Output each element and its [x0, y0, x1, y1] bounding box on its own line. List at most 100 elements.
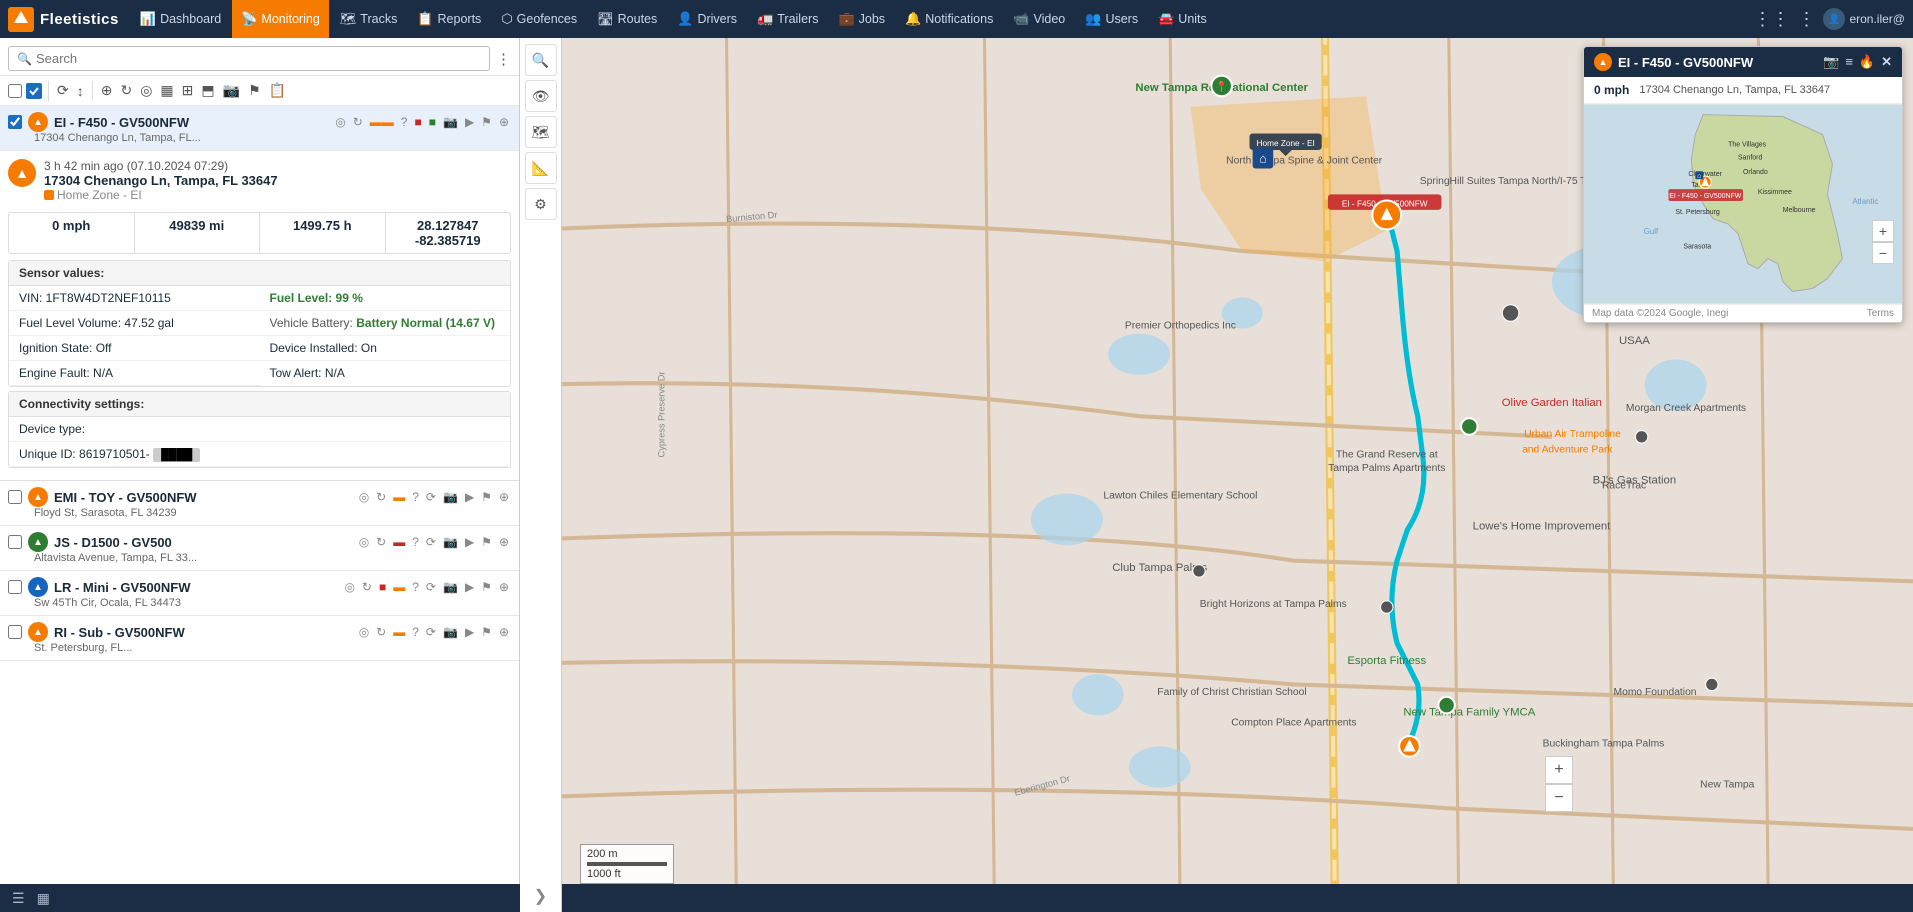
- action-camera[interactable]: 📷: [441, 114, 460, 130]
- panel-toggle-icon[interactable]: ☰: [12, 890, 25, 907]
- ai-flag[interactable]: ⚑: [479, 489, 494, 505]
- select-all-checkbox[interactable]: [8, 84, 22, 98]
- action-flag[interactable]: ⚑: [479, 114, 494, 130]
- popup-list-btn[interactable]: ≡: [1845, 54, 1853, 70]
- action-green[interactable]: ■: [427, 114, 438, 130]
- map-search-btn[interactable]: 🔍: [525, 44, 557, 76]
- logo[interactable]: Fleetistics: [8, 7, 119, 32]
- ai-stop-bar[interactable]: ■: [377, 579, 388, 595]
- ai-target[interactable]: ◎: [342, 579, 356, 595]
- ai-query[interactable]: ?: [410, 534, 421, 550]
- layers-icon[interactable]: ⊞: [180, 80, 196, 101]
- search-input[interactable]: [36, 51, 481, 66]
- action-query[interactable]: ?: [399, 114, 410, 130]
- ai-flag[interactable]: ⚑: [479, 579, 494, 595]
- sort-icon[interactable]: ↕: [75, 81, 86, 101]
- ai-reload[interactable]: ⟳: [424, 534, 438, 550]
- ai-play[interactable]: ▶: [463, 489, 476, 505]
- ai-more[interactable]: ⊕: [497, 534, 511, 550]
- map-dots-btn[interactable]: ⚙: [525, 188, 557, 220]
- flag-icon[interactable]: ⚑: [246, 80, 263, 101]
- ai-query[interactable]: ?: [410, 624, 421, 640]
- ai-play[interactable]: ▶: [463, 624, 476, 640]
- ai-bars[interactable]: ▬: [391, 624, 407, 640]
- grid-icon[interactable]: ▦: [158, 80, 175, 101]
- refresh-icon[interactable]: ⟳: [55, 80, 71, 101]
- nav-video[interactable]: 📹 Video: [1004, 0, 1074, 38]
- ai-play[interactable]: ▶: [463, 534, 476, 550]
- camera-icon[interactable]: 📷: [221, 80, 242, 101]
- cluster-icon[interactable]: ◎: [138, 80, 154, 101]
- vehicle-item-selected[interactable]: ▲ EI - F450 - GV500NFW ◎ ↻ ▬▬ ? ■ ■ 📷 ▶ …: [0, 106, 519, 151]
- nav-jobs[interactable]: 💼 Jobs: [829, 0, 894, 38]
- export-icon[interactable]: ⬒: [199, 80, 216, 101]
- route-icon[interactable]: ↻: [118, 80, 134, 101]
- nav-geofences[interactable]: ⬡ Geofences: [492, 0, 586, 38]
- nav-routes[interactable]: 🛣 Routes: [588, 0, 666, 38]
- vehicle-checkbox[interactable]: [8, 580, 22, 594]
- list-item[interactable]: ▲ RI - Sub - GV500NFW ◎ ↻ ▬ ? ⟳ 📷 ▶ ⚑ ⊕ …: [0, 616, 519, 661]
- ai-camera[interactable]: 📷: [441, 489, 460, 505]
- map-area[interactable]: New Tampa Recreational Center North Tamp…: [520, 38, 1913, 912]
- map-ruler-btn[interactable]: 📐: [525, 152, 557, 184]
- ai-query[interactable]: ?: [410, 489, 421, 505]
- popup-minimap[interactable]: Atlantic Gulf The Villages Sanford Orlan…: [1584, 104, 1902, 304]
- action-play[interactable]: ▶: [463, 114, 476, 130]
- nav-drivers[interactable]: 👤 Drivers: [668, 0, 746, 38]
- action-more[interactable]: ⊕: [497, 114, 511, 130]
- action-stop[interactable]: ■: [412, 114, 423, 130]
- list-item[interactable]: ▲ EMI - TOY - GV500NFW ◎ ↻ ▬ ? ⟳ 📷 ▶ ⚑ ⊕…: [0, 481, 519, 526]
- grid-menu-icon[interactable]: ⋮⋮: [1753, 9, 1789, 30]
- nav-dashboard[interactable]: 📊 Dashboard: [131, 0, 230, 38]
- ai-target[interactable]: ◎: [357, 489, 371, 505]
- ai-route[interactable]: ↻: [374, 489, 388, 505]
- user-menu[interactable]: 👤 eron.iler@: [1823, 8, 1905, 30]
- vehicle-checkbox[interactable]: [8, 625, 22, 639]
- ai-flag[interactable]: ⚑: [479, 534, 494, 550]
- minimap-zoom-in[interactable]: +: [1872, 220, 1894, 242]
- search-input-wrap[interactable]: 🔍: [8, 46, 490, 71]
- list-item[interactable]: ▲ JS - D1500 - GV500 ◎ ↻ ▬ ? ⟳ 📷 ▶ ⚑ ⊕ A…: [0, 526, 519, 571]
- ai-route[interactable]: ↻: [360, 579, 374, 595]
- clipboard-icon[interactable]: 📋: [267, 80, 288, 101]
- nav-trailers[interactable]: 🚛 Trailers: [748, 0, 827, 38]
- ai-flag[interactable]: ⚑: [479, 624, 494, 640]
- action-target[interactable]: ◎: [333, 114, 347, 130]
- vehicle-checkbox[interactable]: [8, 490, 22, 504]
- ai-more[interactable]: ⊕: [497, 579, 511, 595]
- popup-close-btn[interactable]: ✕: [1881, 54, 1892, 70]
- action-status-bar[interactable]: ▬▬: [368, 114, 396, 130]
- nav-tracks[interactable]: 🗺 Tracks: [331, 0, 407, 38]
- nav-reports[interactable]: 📋 Reports: [408, 0, 490, 38]
- ai-target[interactable]: ◎: [357, 624, 371, 640]
- ai-route[interactable]: ↻: [374, 534, 388, 550]
- minimap-zoom-out[interactable]: −: [1872, 242, 1894, 264]
- ai-reload[interactable]: ⟳: [424, 489, 438, 505]
- list-item[interactable]: ▲ LR - Mini - GV500NFW ◎ ↻ ■ ▬ ? ⟳ 📷 ▶ ⚑…: [0, 571, 519, 616]
- ai-query[interactable]: ?: [410, 579, 421, 595]
- grid-view-icon[interactable]: ▦: [37, 890, 50, 907]
- ai-bars[interactable]: ▬: [391, 489, 407, 505]
- more-options-icon[interactable]: ⋮: [1797, 9, 1815, 30]
- map-eye-btn[interactable]: 👁: [525, 80, 557, 112]
- nav-notifications[interactable]: 🔔 Notifications: [896, 0, 1002, 38]
- target-icon[interactable]: ⊕: [99, 80, 115, 101]
- ai-camera[interactable]: 📷: [441, 534, 460, 550]
- ai-bars[interactable]: ▬: [391, 579, 407, 595]
- ai-reload[interactable]: ⟳: [424, 579, 438, 595]
- zoom-out-button[interactable]: −: [1545, 784, 1573, 812]
- vehicle-checkbox[interactable]: [8, 115, 22, 129]
- ai-more[interactable]: ⊕: [497, 624, 511, 640]
- ai-target[interactable]: ◎: [357, 534, 371, 550]
- nav-monitoring[interactable]: 📡 Monitoring: [232, 0, 329, 38]
- nav-units[interactable]: 🚘 Units: [1149, 0, 1216, 38]
- action-route[interactable]: ↻: [351, 114, 365, 130]
- ai-stop-bar[interactable]: ▬: [391, 534, 407, 550]
- ai-camera[interactable]: 📷: [441, 624, 460, 640]
- map-layers-btn[interactable]: 🗺: [525, 116, 557, 148]
- search-options-icon[interactable]: ⋮: [496, 50, 511, 68]
- map-panel-toggle[interactable]: ❯: [534, 886, 547, 906]
- ai-route[interactable]: ↻: [374, 624, 388, 640]
- vehicle-checkbox[interactable]: [8, 535, 22, 549]
- ai-more[interactable]: ⊕: [497, 489, 511, 505]
